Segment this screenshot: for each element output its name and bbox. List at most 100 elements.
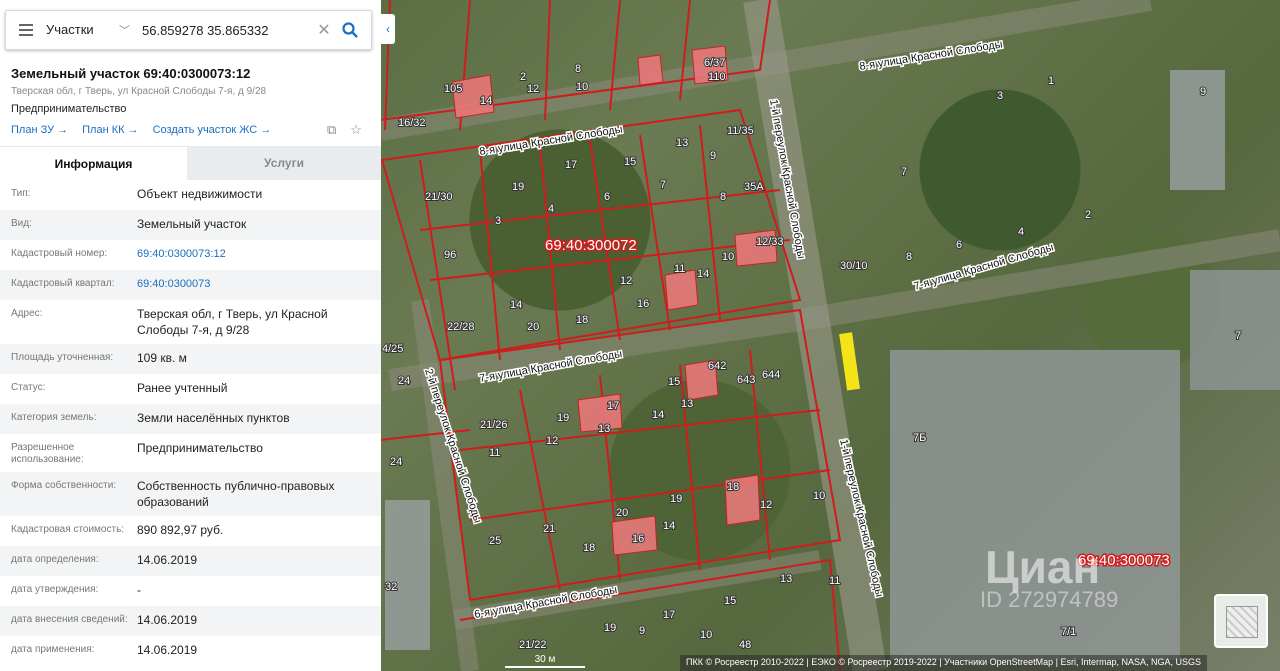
table-row: дата применения: 14.06.2019 (0, 636, 381, 666)
parcel-number-label: 642 (708, 360, 726, 372)
watermark-logo: Циан (985, 541, 1101, 593)
field-label: Форма собственности: (11, 480, 117, 491)
parcel-number-label: 96 (444, 249, 456, 261)
parcel-number-label: 12 (527, 83, 539, 95)
parcel-number-label: 9 (710, 150, 716, 162)
search-icon[interactable] (335, 22, 365, 38)
cadastral-quarter-label: 69:40:300072 (545, 237, 637, 254)
clear-icon[interactable]: ✕ (313, 20, 335, 40)
parcel-number-label: 13 (681, 398, 693, 410)
basemap-switch-button[interactable] (1214, 594, 1268, 648)
scale-bar: 30 м (505, 654, 585, 668)
field-label: дата утверждения: (11, 584, 99, 595)
map-attribution: ПКК © Росреестр 2010-2022 | ЕЭКО © Росре… (680, 655, 1208, 671)
field-value: Ранее учтенный (137, 381, 228, 395)
parcel-number-label: 12 (760, 499, 772, 511)
table-row: Тип: Объект недвижимости (0, 180, 381, 210)
parcel-number-label: 10 (576, 81, 588, 93)
watermark-id: ID 272974789 (980, 587, 1119, 612)
field-label: дата определения: (11, 554, 99, 565)
parcel-number-label: 19 (557, 412, 569, 424)
parcel-number-label: 20 (616, 507, 628, 519)
table-row: Адрес: Тверская обл, г Тверь, ул Красной … (0, 300, 381, 344)
parcel-number-label: 110 (708, 71, 726, 83)
parcel-number-label: 10 (722, 251, 734, 263)
parcel-number-label: 11 (829, 575, 840, 587)
parcel-number-label: 7/1 (1061, 626, 1076, 638)
hamburger-menu-icon[interactable] (6, 24, 46, 36)
parcel-number-label: 18 (583, 542, 595, 554)
parcel-number-label: 12 (620, 275, 632, 287)
field-label: Разрешенное использование: (11, 442, 84, 465)
parcel-number-label: 21 (543, 523, 555, 535)
star-icon[interactable]: ☆ (350, 122, 362, 138)
parcel-links: План ЗУ → План КК → Создать участок ЖС → (11, 124, 271, 136)
tab-information[interactable]: Информация (0, 146, 187, 180)
field-value: 14.06.2019 (137, 643, 198, 657)
field-label: Адрес: (11, 308, 43, 319)
parcel-number-label: 644 (762, 369, 780, 381)
field-value-link[interactable]: 69:40:0300073:12 (137, 246, 381, 264)
parcel-number-label: 35А (744, 181, 764, 193)
field-value: Собственность публично-правовых образова… (137, 479, 335, 509)
field-label: Статус: (11, 382, 46, 393)
parcel-number-label: 8 (906, 251, 912, 263)
create-parcel-link[interactable]: Создать участок ЖС → (153, 124, 272, 136)
table-row: Форма собственности: Собственность публич… (0, 472, 381, 516)
parcel-number-label: 21/26 (480, 419, 508, 431)
parcel-number-label: 9 (1200, 86, 1206, 98)
layer-select-value: Участки (46, 22, 94, 37)
parcel-number-label: 11/35 (727, 125, 754, 137)
table-row: Кадастровая стоимость: 890 892,97 руб. (0, 516, 381, 546)
parcel-number-label: 6/37 (704, 57, 725, 69)
parcel-number-label: 7Б (913, 432, 926, 444)
field-label: Кадастровый номер: (11, 248, 108, 259)
parcel-number-label: 13 (598, 423, 610, 435)
chevron-down-icon: ﹀ (119, 25, 130, 37)
search-bar: Участки ﹀ ✕ (5, 10, 372, 50)
parcel-number-label: 13 (780, 573, 792, 585)
collapse-panel-icon[interactable]: ‹ (381, 14, 395, 44)
parcel-number-label: 7 (1235, 330, 1241, 342)
plan-kk-link[interactable]: План КК → (82, 124, 138, 136)
table-row: Вид: Земельный участок (0, 210, 381, 240)
zoom-to-object-icon[interactable]: ⧉ (327, 122, 336, 138)
parcel-number-label: 19 (670, 493, 682, 505)
tabs: Информация Услуги (0, 146, 381, 180)
field-value: Земельный участок (137, 217, 247, 231)
field-label: дата внесения сведений: (11, 614, 128, 625)
field-value-link[interactable]: 69:40:0300073 (137, 276, 381, 294)
parcel-number-label: 25 (489, 535, 501, 547)
table-row: Площадь уточненная: 109 кв. м (0, 344, 381, 374)
field-label: Тип: (11, 188, 31, 199)
field-value: 109 кв. м (137, 351, 187, 365)
parcel-number-label: 3 (495, 215, 501, 227)
field-label: Категория земель: (11, 412, 97, 423)
parcel-number-label: 18 (727, 481, 739, 493)
parcel-number-label: 9 (639, 625, 645, 637)
parcel-number-label: 21/22 (519, 639, 547, 651)
field-label: Кадастровая стоимость: (11, 524, 125, 535)
parcel-number-label: 8 (575, 63, 581, 75)
parcel-number-label: 15 (624, 156, 636, 168)
plan-zu-link[interactable]: План ЗУ → (11, 124, 68, 136)
parcel-number-label: 12 (546, 435, 558, 447)
tab-services[interactable]: Услуги (187, 146, 381, 180)
parcel-number-label: 48 (739, 639, 751, 651)
search-input[interactable] (138, 22, 313, 38)
parcel-number-label: 11 (489, 447, 500, 459)
parcel-number-label: 14 (663, 520, 675, 532)
parcel-number-label: 24 (398, 375, 410, 387)
parcel-number-label: 1 (1048, 75, 1054, 87)
table-row: Статус: Ранее учтенный (0, 374, 381, 404)
field-value: 890 892,97 руб. (137, 523, 224, 537)
parcel-number-label: 10 (700, 629, 712, 641)
parcel-number-label: 12/33 (756, 236, 784, 248)
layer-select[interactable]: Участки ﹀ (46, 22, 138, 38)
parcel-number-label: 24 (390, 456, 402, 468)
info-panel: Участки ﹀ ✕ Земельный участок 69:40:0300… (0, 0, 381, 671)
field-value: Предпринимательство (137, 441, 263, 455)
field-value: 14.06.2019 (137, 553, 198, 567)
field-value: Тверская обл, г Тверь, ул Красной Слобод… (137, 307, 328, 337)
table-row: дата внесения сведений: 14.06.2019 (0, 606, 381, 636)
